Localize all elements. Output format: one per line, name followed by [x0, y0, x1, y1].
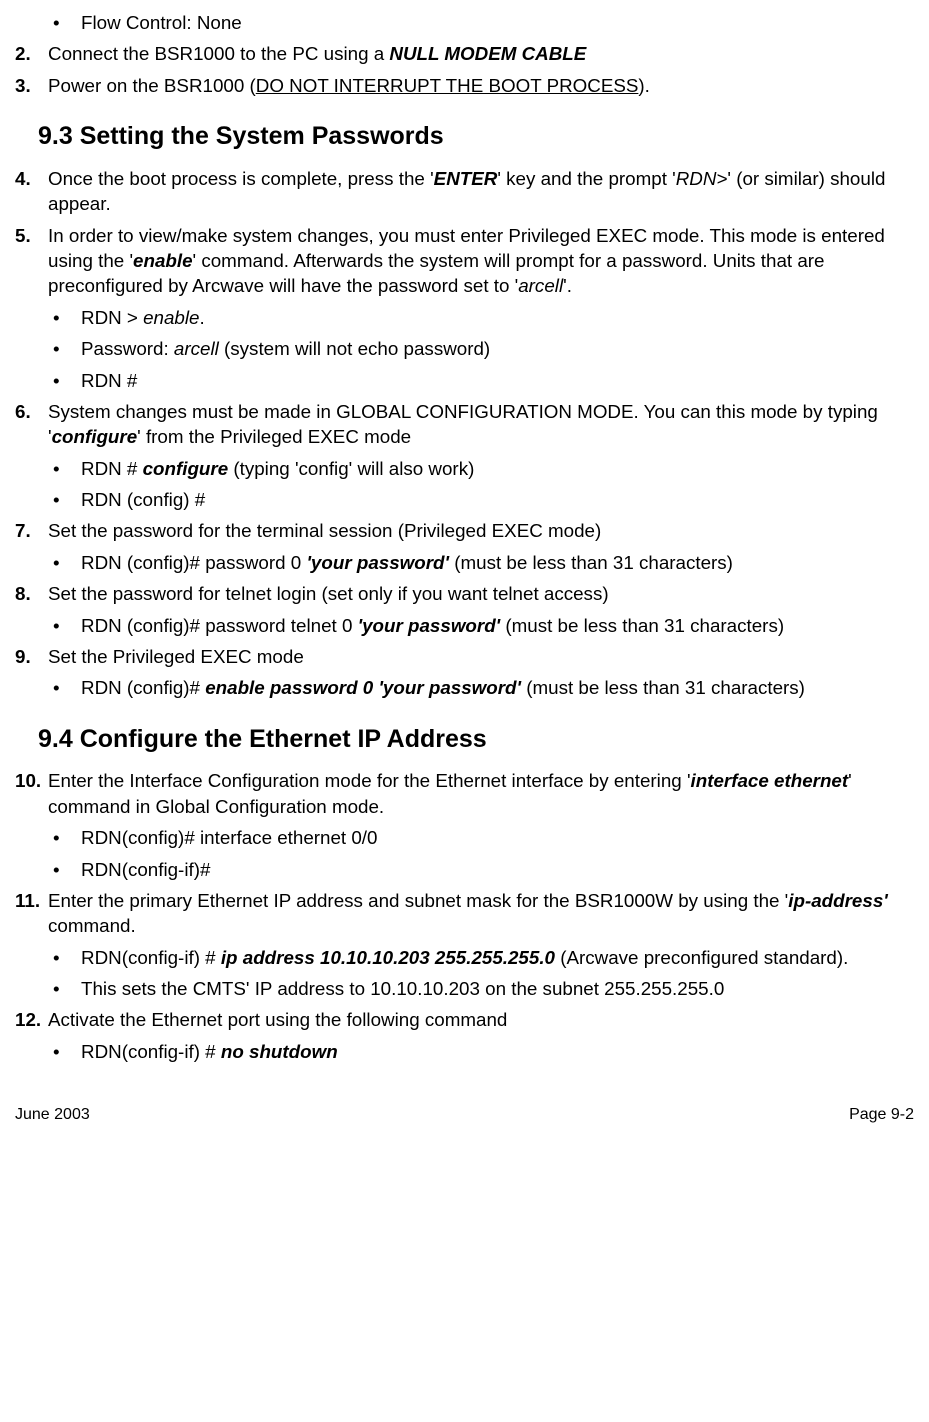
text: Flow Control: None — [81, 10, 914, 35]
text: This sets the CMTS' IP address to 10.10.… — [81, 976, 914, 1001]
number-marker: 8. — [15, 581, 48, 606]
bullet-7-1: • RDN (config)# password 0 'your passwor… — [48, 550, 914, 575]
bullet-11-2: • This sets the CMTS' IP address to 10.1… — [48, 976, 914, 1001]
text: System changes must be made in GLOBAL CO… — [48, 399, 914, 450]
bullet-12-1: • RDN(config-if) # no shutdown — [48, 1039, 914, 1064]
number-marker: 12. — [15, 1007, 48, 1032]
text: Connect the BSR1000 to the PC using a NU… — [48, 41, 914, 66]
bullet-icon: • — [48, 945, 81, 970]
bullet-11-1: • RDN(config-if) # ip address 10.10.10.2… — [48, 945, 914, 970]
step-2: 2. Connect the BSR1000 to the PC using a… — [15, 41, 914, 66]
step-10: 10. Enter the Interface Configuration mo… — [15, 768, 914, 819]
step-12: 12. Activate the Ethernet port using the… — [15, 1007, 914, 1032]
bullet-icon: • — [48, 1039, 81, 1064]
text: RDN # configure (typing 'config' will al… — [81, 456, 914, 481]
text: Set the password for telnet login (set o… — [48, 581, 914, 606]
text: Set the password for the terminal sessio… — [48, 518, 914, 543]
bullet-icon: • — [48, 368, 81, 393]
number-marker: 9. — [15, 644, 48, 669]
number-marker: 2. — [15, 41, 48, 66]
number-marker: 7. — [15, 518, 48, 543]
bullet-icon: • — [48, 456, 81, 481]
text: Enter the primary Ethernet IP address an… — [48, 888, 914, 939]
bullet-icon: • — [48, 857, 81, 882]
bullet-5-1: • RDN > enable. — [48, 305, 914, 330]
bullet-icon: • — [48, 336, 81, 361]
bullet-icon: • — [48, 305, 81, 330]
bullet-10-1: • RDN(config)# interface ethernet 0/0 — [48, 825, 914, 850]
number-marker: 10. — [15, 768, 48, 819]
text: Password: arcell (system will not echo p… — [81, 336, 914, 361]
bullet-icon: • — [48, 675, 81, 700]
text: RDN(config)# interface ethernet 0/0 — [81, 825, 914, 850]
bullet-icon: • — [48, 550, 81, 575]
step-5: 5. In order to view/make system changes,… — [15, 223, 914, 299]
bullet-5-3: • RDN # — [48, 368, 914, 393]
text: Enter the Interface Configuration mode f… — [48, 768, 914, 819]
text: RDN > enable. — [81, 305, 914, 330]
number-marker: 4. — [15, 166, 48, 217]
bullet-9-1: • RDN (config)# enable password 0 'your … — [48, 675, 914, 700]
text: RDN(config-if)# — [81, 857, 914, 882]
text: RDN (config)# password 0 'your password'… — [81, 550, 914, 575]
bullet-5-2: • Password: arcell (system will not echo… — [48, 336, 914, 361]
heading-9-3: 9.3 Setting the System Passwords — [38, 120, 914, 154]
step-4: 4. Once the boot process is complete, pr… — [15, 166, 914, 217]
number-marker: 5. — [15, 223, 48, 299]
bullet-10-2: • RDN(config-if)# — [48, 857, 914, 882]
step-9: 9. Set the Privileged EXEC mode — [15, 644, 914, 669]
number-marker: 11. — [15, 888, 48, 939]
footer-page: Page 9-2 — [849, 1104, 914, 1126]
text: In order to view/make system changes, yo… — [48, 223, 914, 299]
text: RDN(config-if) # ip address 10.10.10.203… — [81, 945, 914, 970]
number-marker: 6. — [15, 399, 48, 450]
text: RDN # — [81, 368, 914, 393]
footer-date: June 2003 — [15, 1104, 90, 1126]
step-7: 7. Set the password for the terminal ses… — [15, 518, 914, 543]
bullet-icon: • — [48, 10, 81, 35]
step-11: 11. Enter the primary Ethernet IP addres… — [15, 888, 914, 939]
step-3: 3. Power on the BSR1000 (DO NOT INTERRUP… — [15, 73, 914, 98]
bullet-icon: • — [48, 976, 81, 1001]
text: RDN (config) # — [81, 487, 914, 512]
text: RDN (config)# password telnet 0 'your pa… — [81, 613, 914, 638]
text: RDN (config)# enable password 0 'your pa… — [81, 675, 914, 700]
bullet-6-2: • RDN (config) # — [48, 487, 914, 512]
text: Activate the Ethernet port using the fol… — [48, 1007, 914, 1032]
bullet-flow: • Flow Control: None — [48, 10, 914, 35]
bullet-6-1: • RDN # configure (typing 'config' will … — [48, 456, 914, 481]
step-6: 6. System changes must be made in GLOBAL… — [15, 399, 914, 450]
text: Power on the BSR1000 (DO NOT INTERRUPT T… — [48, 73, 914, 98]
step-8: 8. Set the password for telnet login (se… — [15, 581, 914, 606]
text: RDN(config-if) # no shutdown — [81, 1039, 914, 1064]
text: Once the boot process is complete, press… — [48, 166, 914, 217]
bullet-icon: • — [48, 613, 81, 638]
text: Set the Privileged EXEC mode — [48, 644, 914, 669]
bullet-icon: • — [48, 487, 81, 512]
bullet-8-1: • RDN (config)# password telnet 0 'your … — [48, 613, 914, 638]
heading-9-4: 9.4 Configure the Ethernet IP Address — [38, 723, 914, 757]
number-marker: 3. — [15, 73, 48, 98]
footer: June 2003 Page 9-2 — [15, 1104, 914, 1126]
bullet-icon: • — [48, 825, 81, 850]
